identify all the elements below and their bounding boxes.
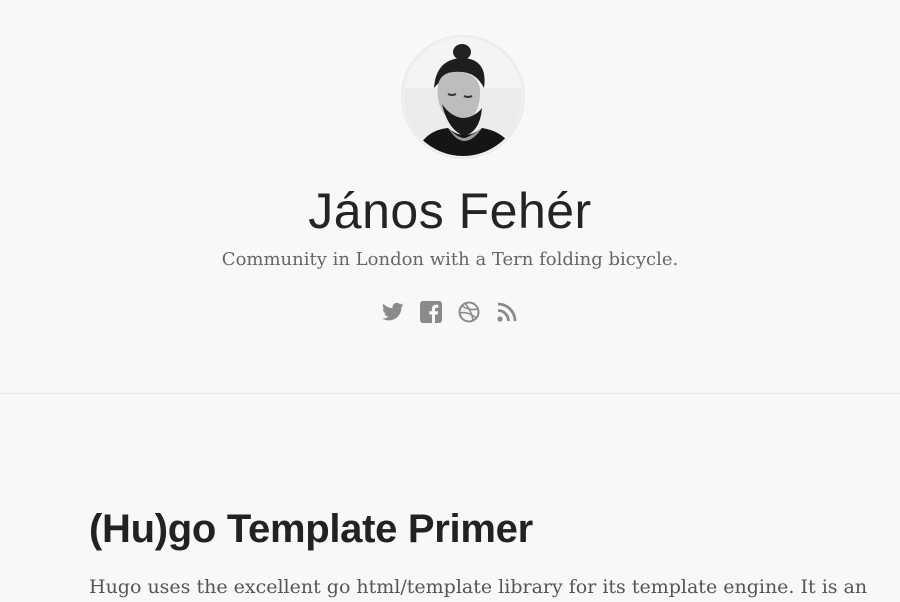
site-title: János Fehér xyxy=(308,183,592,239)
avatar-portrait-image xyxy=(404,38,522,156)
twitter-icon xyxy=(382,302,404,321)
avatar[interactable] xyxy=(404,38,522,156)
avatar-ring xyxy=(401,35,525,159)
post-excerpt: Hugo uses the excellent go html/template… xyxy=(89,576,868,598)
post-title-link[interactable]: (Hu)go Template Primer xyxy=(89,507,533,551)
facebook-icon xyxy=(420,301,442,323)
facebook-link[interactable] xyxy=(419,300,443,324)
site-header: János Fehér Community in London with a T… xyxy=(0,0,900,394)
site-tagline: Community in London with a Tern folding … xyxy=(221,249,679,270)
post-preview: (Hu)go Template Primer Hugo uses the exc… xyxy=(89,504,868,602)
dribbble-link[interactable] xyxy=(457,300,481,324)
rss-icon xyxy=(497,302,517,322)
post-title: (Hu)go Template Primer xyxy=(89,504,829,554)
social-links xyxy=(0,300,900,324)
dribbble-icon xyxy=(458,301,480,323)
rss-link[interactable] xyxy=(495,300,519,324)
twitter-link[interactable] xyxy=(381,300,405,324)
